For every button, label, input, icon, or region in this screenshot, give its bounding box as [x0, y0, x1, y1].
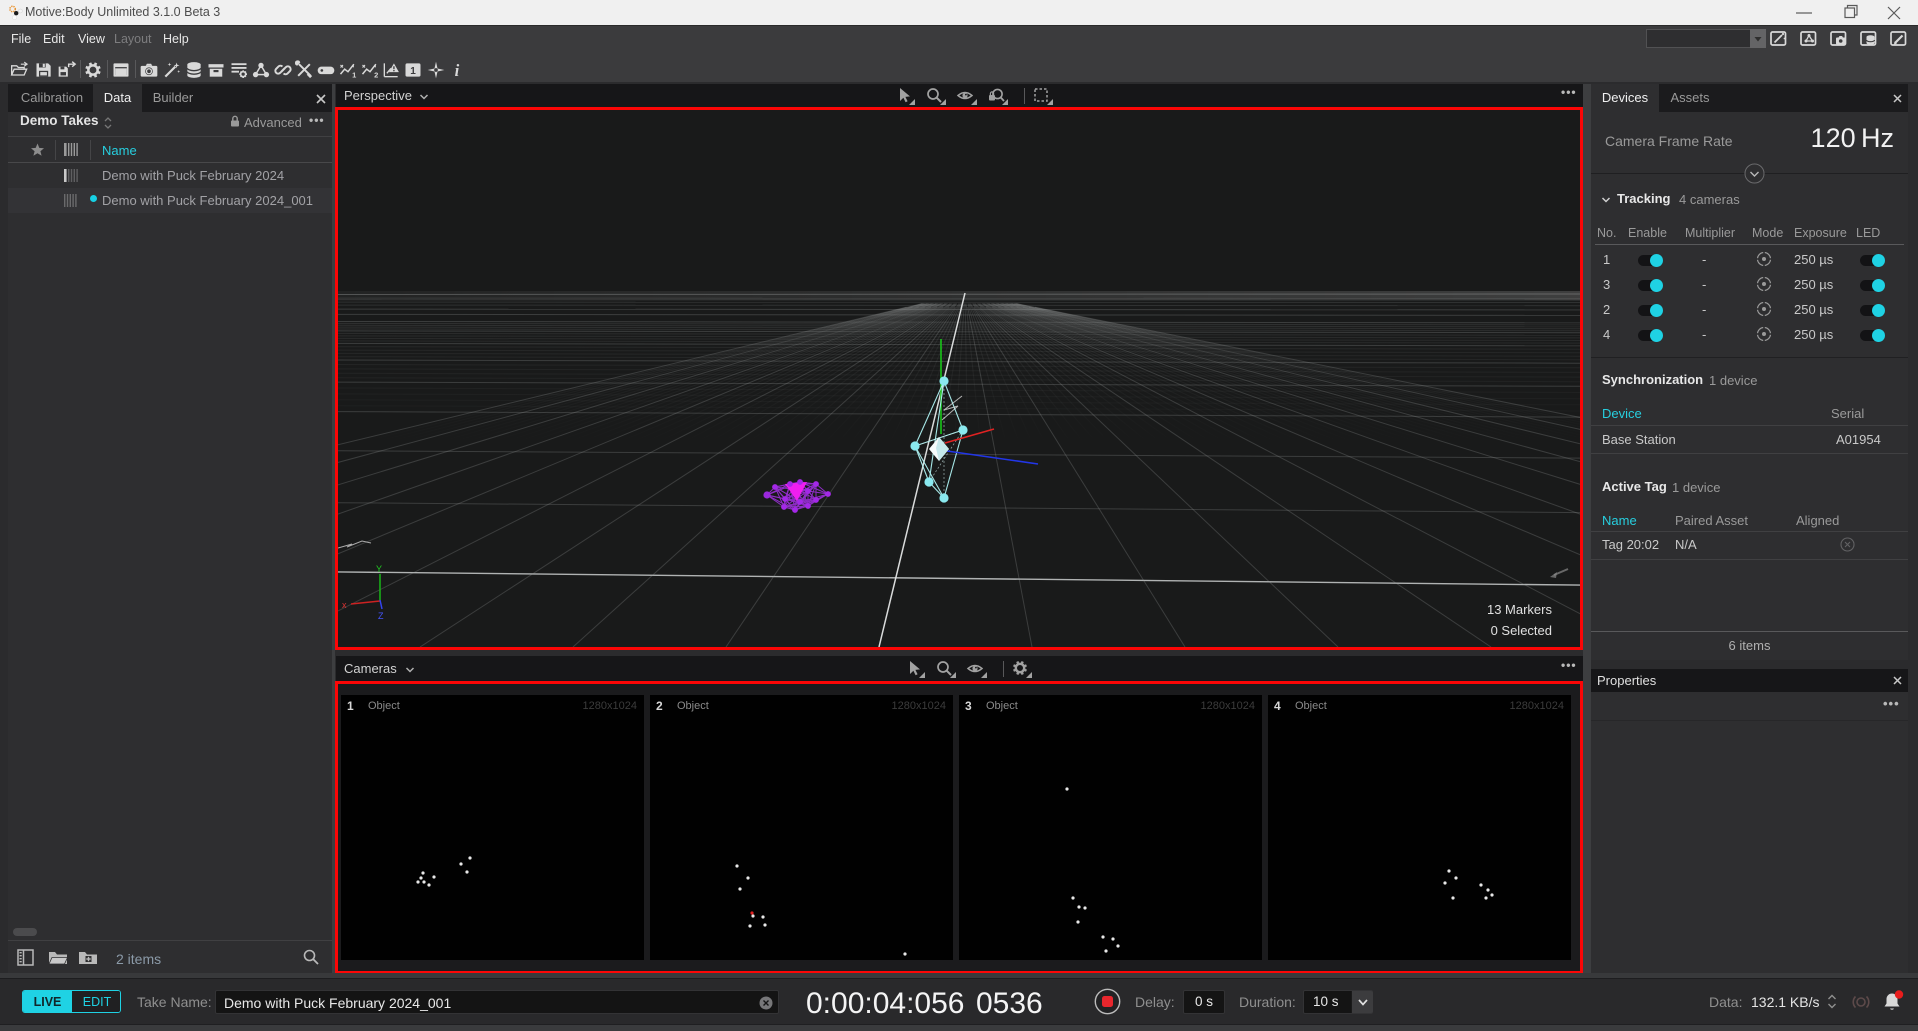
- svg-text:2: 2: [374, 71, 378, 80]
- svg-text:Y: Y: [376, 564, 382, 574]
- svg-text:Z: Z: [378, 611, 384, 621]
- svg-text:i: i: [455, 61, 460, 80]
- svg-text:x: x: [342, 600, 347, 610]
- svg-text:1: 1: [352, 71, 356, 80]
- svg-text:1: 1: [410, 66, 416, 77]
